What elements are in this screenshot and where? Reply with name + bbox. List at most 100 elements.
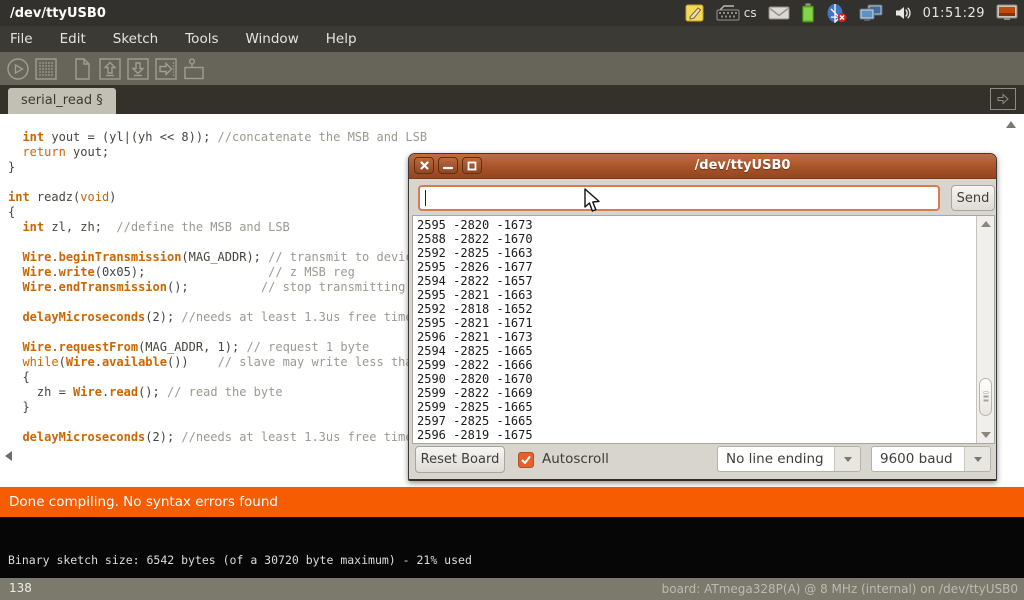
serial-data-line: 2592 -2825 -1663 [417, 246, 533, 260]
cursor-line-number: 138 [9, 581, 32, 595]
code-line: } [8, 400, 427, 415]
serial-send-input[interactable] [418, 185, 940, 211]
autoscroll-checkbox[interactable] [518, 452, 534, 468]
maximize-icon [467, 161, 477, 171]
serial-output-lines: 2595 -2820 -16732588 -2822 -16702592 -28… [417, 218, 533, 442]
menu-file[interactable]: File [10, 31, 33, 47]
scrollbar-thumb[interactable] [979, 378, 992, 416]
display-icon[interactable] [996, 3, 1018, 23]
code-line: int yout = (yl|(yh << 8)); //concatenate… [8, 130, 427, 145]
menu-edit[interactable]: Edit [60, 31, 86, 47]
menubar: File Edit Sketch Tools Window Help [0, 26, 1024, 52]
compile-status-bar: Done compiling. No syntax errors found [0, 487, 1024, 517]
serial-monitor-window: /dev/ttyUSB0 Send 2595 -2820 -16732588 -… [408, 153, 997, 481]
tab-serial-read[interactable]: serial_read § [8, 88, 116, 114]
network-icon[interactable] [859, 3, 883, 23]
code-line: zh = Wire.read(); // read the byte [8, 385, 427, 400]
send-button[interactable]: Send [951, 185, 995, 211]
serial-data-line: 2590 -2820 -1670 [417, 372, 533, 386]
build-console: Binary sketch size: 6542 bytes (of a 307… [0, 517, 1024, 578]
footer-status-strip: 138 board: ATmega328P(A) @ 8 MHz (intern… [0, 578, 1024, 600]
code-line: Wire.endTransmission(); // stop transmit… [8, 280, 427, 295]
window-title: /dev/ttyUSB0 [10, 6, 106, 21]
vscroll-up-arrow-icon[interactable] [1006, 121, 1016, 128]
serial-data-line: 2592 -2818 -1652 [417, 302, 533, 316]
menu-sketch[interactable]: Sketch [113, 31, 158, 47]
baud-rate-dropdown[interactable]: 9600 baud [871, 446, 991, 472]
serial-data-line: 2595 -2826 -1677 [417, 260, 533, 274]
mouse-cursor [584, 188, 602, 218]
code-line: int readz(void) [8, 190, 427, 205]
open-button[interactable] [98, 57, 122, 81]
battery-icon[interactable] [801, 3, 815, 23]
menu-tools[interactable]: Tools [185, 31, 218, 47]
menu-window[interactable]: Window [246, 31, 299, 47]
arduino-ide-screen: /dev/ttyUSB0 cs 01:51:29 File Edit Sketch To… [0, 0, 1024, 600]
code-line: delayMicroseconds(2); //needs at least 1… [8, 430, 427, 445]
code-line: { [8, 370, 427, 385]
serial-data-line: 2597 -2825 -1665 [417, 414, 533, 428]
bluetooth-icon[interactable] [826, 3, 848, 23]
close-button[interactable] [414, 157, 434, 174]
chevron-down-icon [844, 457, 852, 462]
serial-monitor-titlebar[interactable]: /dev/ttyUSB0 [409, 154, 996, 179]
save-button[interactable] [126, 57, 150, 81]
chevron-down-icon [974, 457, 982, 462]
line-ending-dropdown[interactable]: No line ending [717, 446, 861, 472]
serial-data-line: 2599 -2825 -1665 [417, 400, 533, 414]
maximize-button[interactable] [462, 157, 482, 174]
dropdown-arrow-button[interactable] [834, 447, 860, 471]
serial-data-line: 2599 -2822 -1669 [417, 386, 533, 400]
code-line: } [8, 160, 427, 175]
code-line: while(Wire.available()) // slave may wri… [8, 355, 427, 370]
code-line: int zl, zh; //define the MSB and LSB [8, 220, 427, 235]
code-line [8, 325, 427, 340]
toolbar [0, 52, 1024, 85]
new-button[interactable] [70, 57, 94, 81]
scroll-down-icon[interactable] [981, 432, 991, 438]
serial-monitor-controls: Reset Board Autoscroll No line ending 96… [409, 444, 996, 480]
tab-strip: serial_read § [0, 85, 1024, 114]
minimize-button[interactable] [438, 157, 458, 174]
code-line [8, 415, 427, 430]
serial-data-line: 2595 -2820 -1673 [417, 218, 533, 232]
serial-monitor-title: /dev/ttyUSB0 [489, 154, 996, 179]
code-line [8, 295, 427, 310]
clock[interactable]: 01:51:29 [923, 6, 985, 21]
volume-icon[interactable] [894, 3, 912, 23]
line-ending-value: No line ending [718, 451, 834, 467]
serial-scrollbar[interactable] [976, 216, 994, 443]
code-line [8, 235, 427, 250]
code-line: Wire.beginTransmission(MAG_ADDR); // tra… [8, 250, 427, 265]
code-line: return yout; [8, 145, 427, 160]
upload-button[interactable] [154, 57, 178, 81]
serial-data-line: 2596 -2821 -1673 [417, 330, 533, 344]
scroll-up-icon[interactable] [981, 221, 991, 227]
serial-data-line: 2595 -2821 -1663 [417, 288, 533, 302]
arrow-right-icon [995, 91, 1011, 107]
dropdown-arrow-button[interactable] [964, 447, 990, 471]
serial-monitor-button[interactable] [182, 57, 206, 81]
serial-data-line: 2595 -2821 -1671 [417, 316, 533, 330]
system-tray: cs 01:51:29 [685, 0, 1022, 26]
serial-output-area[interactable]: 2595 -2820 -16732588 -2822 -16702592 -28… [412, 215, 995, 444]
mail-icon[interactable] [768, 3, 790, 23]
note-icon[interactable] [685, 3, 705, 23]
serial-data-line: 2594 -2825 -1665 [417, 344, 533, 358]
code-line: { [8, 205, 427, 220]
top-panel: /dev/ttyUSB0 cs 01:51:29 [0, 0, 1024, 26]
minimize-icon [443, 161, 453, 170]
code-line: Wire.requestFrom(MAG_ADDR, 1); // reques… [8, 340, 427, 355]
serial-data-line: 2594 -2822 -1657 [417, 274, 533, 288]
reset-board-button[interactable]: Reset Board [415, 446, 505, 473]
keyboard-icon[interactable]: cs [716, 3, 757, 23]
code-line: Wire.write(0x05); // z MSB reg [8, 265, 427, 280]
close-icon [420, 161, 429, 170]
text-caret [425, 190, 426, 206]
code-line [8, 175, 427, 190]
menu-help[interactable]: Help [326, 31, 357, 47]
verify-button[interactable] [6, 57, 30, 81]
stop-button[interactable] [34, 57, 58, 81]
tab-menu-button[interactable] [990, 88, 1016, 110]
hscroll-left-arrow-icon[interactable] [5, 451, 12, 461]
